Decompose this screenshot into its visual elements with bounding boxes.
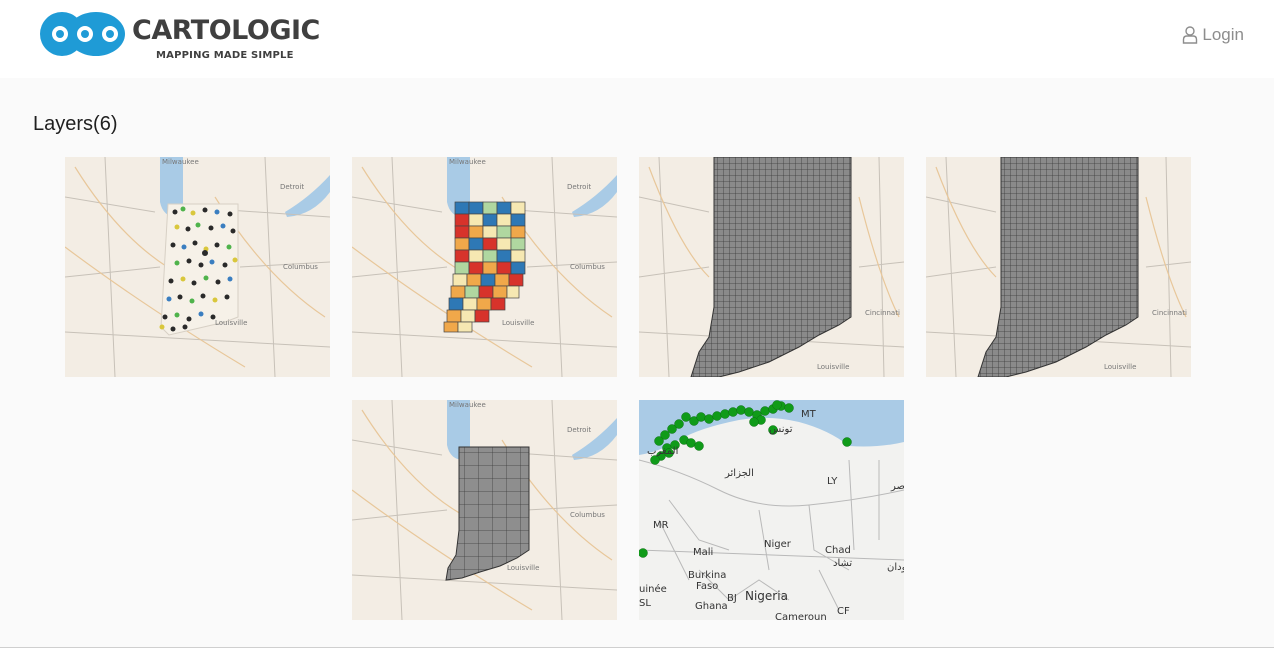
map-label-niger: Niger <box>764 539 792 550</box>
layer-card-4[interactable]: Cincinnati Louisville <box>926 157 1191 377</box>
top-navbar: CARTOLOGIC MAPPING MADE SIMPLE Login <box>0 0 1274 78</box>
logo-tagline: MAPPING MADE SIMPLE <box>156 50 294 61</box>
login-label: Login <box>1202 25 1244 44</box>
logo-mark-icon <box>40 12 125 56</box>
map-label-cameroun: Cameroun <box>775 612 827 620</box>
map-label-chad-ar: تشاد <box>833 558 852 569</box>
map-label-louisville: Louisville <box>507 564 539 572</box>
map-label-burkina: Burkina <box>688 570 726 581</box>
layer-thumbnail-3: Cincinnati Louisville <box>639 157 904 377</box>
map-label-columbus: Columbus <box>570 511 605 519</box>
map-label-cincinnati: Cincinnati <box>865 309 900 317</box>
layer-card-3[interactable]: Cincinnati Louisville <box>639 157 904 377</box>
map-label-milwaukee: Milwaukee <box>449 401 486 409</box>
layer-thumbnail-6: MT LY MR Mali Niger Chad تشاد Burkina Fa… <box>639 400 904 620</box>
map-label-faso: Faso <box>696 581 718 592</box>
map-label-tunisia-ar: تونس <box>769 424 793 435</box>
map-label-egypt-ar: صر <box>890 481 904 492</box>
map-label-ghana: Ghana <box>695 601 728 612</box>
layer-thumbnail-5: Milwaukee Detroit Columbus Louisville <box>352 400 617 620</box>
map-label-sl: SL <box>639 598 651 609</box>
page-title: Layers(6) <box>33 113 118 135</box>
map-label-morocco-ar: المغرب <box>647 446 678 457</box>
map-label-mali: Mali <box>693 547 713 558</box>
layer-card-5[interactable]: Milwaukee Detroit Columbus Louisville <box>352 400 617 620</box>
map-label-nigeria: Nigeria <box>745 589 788 603</box>
layer-card-2[interactable]: Milwaukee Detroit Columbus Louisville <box>352 157 617 377</box>
map-label-chad: Chad <box>825 545 851 556</box>
map-label-louisville: Louisville <box>1104 363 1136 371</box>
user-icon <box>1183 26 1198 44</box>
map-label-detroit: Detroit <box>567 426 591 434</box>
layer-thumbnail-1: Milwaukee Detroit Columbus Louisville <box>65 157 330 377</box>
map-label-cincinnati: Cincinnati <box>1152 309 1187 317</box>
login-button[interactable]: Login <box>1182 25 1244 45</box>
map-label-columbus: Columbus <box>283 263 318 271</box>
map-label-mr: MR <box>653 520 669 531</box>
map-label-louisville: Louisville <box>215 319 247 327</box>
map-label-ly: LY <box>827 476 838 487</box>
map-label-milwaukee: Milwaukee <box>162 158 199 166</box>
map-label-algeria-ar: الجزائر <box>724 468 754 479</box>
map-label-cf: CF <box>837 606 850 617</box>
map-label-guinee: uinée <box>639 583 667 595</box>
map-label-detroit: Detroit <box>567 183 591 191</box>
map-label-louisville: Louisville <box>502 319 534 327</box>
map-label-columbus: Columbus <box>570 263 605 271</box>
map-label-bj: BJ <box>727 593 737 604</box>
map-label-milwaukee: Milwaukee <box>449 158 486 166</box>
layer-thumbnail-4: Cincinnati Louisville <box>926 157 1191 377</box>
logo-wordmark: CARTOLOGIC <box>132 15 320 46</box>
map-label-detroit: Detroit <box>280 183 304 191</box>
layer-card-1[interactable]: Milwaukee Detroit Columbus Louisville <box>65 157 330 377</box>
map-label-louisville: Louisville <box>817 363 849 371</box>
map-label-sudan-ar: ودان <box>887 562 904 573</box>
map-label-mt: MT <box>801 409 817 420</box>
layer-card-6[interactable]: MT LY MR Mali Niger Chad تشاد Burkina Fa… <box>639 400 904 620</box>
layer-thumbnail-2: Milwaukee Detroit Columbus Louisville <box>352 157 617 377</box>
cartologic-logo[interactable]: CARTOLOGIC MAPPING MADE SIMPLE <box>38 5 328 65</box>
